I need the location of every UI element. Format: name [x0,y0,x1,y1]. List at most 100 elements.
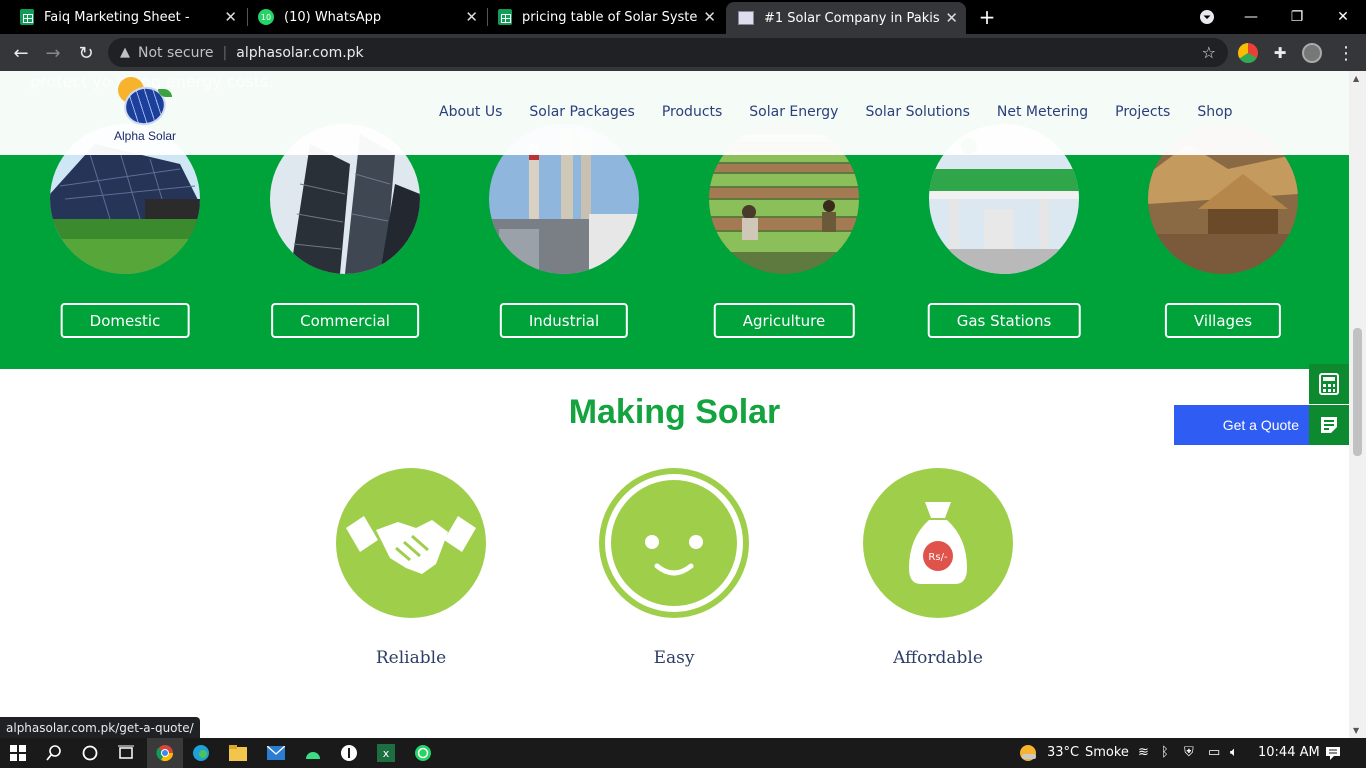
reload-icon[interactable]: ↻ [73,40,99,66]
edge-icon[interactable] [183,738,219,768]
nav-about-us[interactable]: About Us [439,104,502,120]
nav-solar-packages[interactable]: Solar Packages [529,104,634,120]
nav-solar-energy[interactable]: Solar Energy [749,104,838,120]
cortana-icon[interactable] [72,738,108,768]
nav-products[interactable]: Products [662,104,722,120]
close-window-button[interactable]: ✕ [1320,0,1366,34]
alpha-solar-icon [738,11,754,25]
puzzle-extensions-icon[interactable]: ✚ [1270,43,1290,63]
section-title: Making Solar [568,393,781,431]
feature-label: Affordable [893,648,983,668]
close-icon[interactable]: ✕ [703,8,716,26]
address-bar[interactable]: ▲ Not secure | alphasolar.com.pk ☆ [108,38,1228,67]
scroll-up-icon[interactable]: ▲ [1353,74,1359,83]
search-icon[interactable] [36,738,72,768]
tab-separator [487,8,488,26]
bluetooth-icon[interactable]: ᛒ [1161,745,1169,760]
gas-stations-button[interactable]: Gas Stations [927,303,1081,338]
feature-affordable: Rs/- Affordable [863,468,1013,668]
tab-faiq-marketing-sheet[interactable]: Faiq Marketing Sheet - Google Sl ✕ [20,0,245,34]
new-tab-button[interactable]: + [964,0,1010,34]
browser-tab-bar: Faiq Marketing Sheet - Google Sl ✕ 10 (1… [0,0,1366,34]
svg-text:x: x [383,747,390,760]
calculator-button[interactable] [1309,364,1349,404]
whatsapp-desktop-icon[interactable] [405,738,441,768]
notifications-icon[interactable] [1315,738,1351,768]
feature-easy: Easy [599,468,749,668]
close-icon[interactable]: ✕ [945,9,958,27]
tab-separator [247,8,248,26]
get-a-quote-button[interactable]: Get a Quote [1174,405,1309,445]
industrial-button[interactable]: Industrial [499,303,629,338]
scrollbar-thumb[interactable] [1353,328,1362,456]
file-explorer-icon[interactable] [220,738,256,768]
security-shield-icon[interactable]: ⛨ [1184,745,1194,760]
tab-whatsapp[interactable]: 10 (10) WhatsApp ✕ [258,0,486,34]
windows-taskbar: x 33°C Smoke ≋ ᛒ ⛨ ▭ 🔈︎ 10:44 AM [0,738,1366,768]
network-icon[interactable]: ▭ [1208,745,1220,760]
tab-alpha-solar[interactable]: #1 Solar Company in Pakistan | 1 ✕ [726,2,966,34]
close-icon[interactable]: ✕ [224,8,237,26]
nav-shop[interactable]: Shop [1197,104,1232,120]
nav-projects[interactable]: Projects [1115,104,1170,120]
logo-text: Alpha Solar [114,129,177,143]
extension-color-icon[interactable] [1238,43,1258,63]
tab-title: #1 Solar Company in Pakistan | 1 [764,10,939,26]
weather-sun-icon[interactable] [1010,738,1046,768]
feature-label: Easy [653,648,695,668]
alpha-solar-logo[interactable]: Alpha Solar [112,75,192,147]
handshake-icon [336,468,486,618]
page-scrollbar[interactable]: ▲ ▼ [1349,71,1366,738]
minimize-button[interactable]: — [1228,0,1274,34]
feature-label: Reliable [375,648,447,668]
volume-icon[interactable]: 🔈︎ [1230,745,1238,760]
back-arrow-icon[interactable]: ← [8,40,34,66]
main-navigation: About Us Solar Packages Products Solar E… [439,104,1260,120]
villages-button[interactable]: Villages [1164,303,1282,338]
chrome-taskbar-icon[interactable] [147,738,183,768]
tab-pricing-table[interactable]: pricing table of Solar Systems bo ✕ [498,0,724,34]
google-sheets-icon [20,9,34,25]
menu-dots-icon[interactable]: ⋮ [1333,40,1359,66]
site-header: protect yo rising energy costs. Alpha So… [0,71,1349,155]
calculator-icon [1319,373,1339,395]
whatsapp-icon: 10 [258,9,274,25]
quote-form-icon[interactable] [1309,405,1349,445]
windows-start-icon[interactable] [0,738,36,768]
browser-toolbar: ← → ↻ ▲ Not secure | alphasolar.com.pk ☆… [0,34,1366,71]
divider: | [222,44,228,61]
close-icon[interactable]: ✕ [465,8,478,26]
link-hover-status: alphasolar.com.pk/get-a-quote/ [0,717,200,738]
security-label[interactable]: Not secure [138,45,214,61]
tab-title: Faiq Marketing Sheet - Google Sl [44,9,194,25]
commercial-button[interactable]: Commercial [271,303,419,338]
wifi-icon[interactable]: ≋ [1138,745,1149,760]
clock-time[interactable]: 10:44 AM [1258,745,1320,760]
nav-net-metering[interactable]: Net Metering [997,104,1088,120]
tab-title: pricing table of Solar Systems bo [522,9,697,25]
nav-solar-solutions[interactable]: Solar Solutions [865,104,969,120]
url-text[interactable]: alphasolar.com.pk [236,45,363,61]
weather-temperature[interactable]: 33°C [1047,745,1079,760]
excel-icon[interactable]: x [368,738,404,768]
weather-description[interactable]: Smoke [1085,745,1129,760]
rupee-label: Rs/- [928,552,948,563]
warning-triangle-icon[interactable]: ▲ [120,45,130,60]
tab-title: (10) WhatsApp [284,9,382,25]
domestic-button[interactable]: Domestic [60,303,190,338]
smiley-face-icon [599,468,749,618]
feature-reliable: Reliable [336,468,486,668]
mail-icon[interactable] [258,738,294,768]
scroll-down-icon[interactable]: ▼ [1353,726,1359,735]
bookmark-star-icon[interactable]: ☆ [1202,43,1216,62]
forward-arrow-icon[interactable]: → [40,40,66,66]
restore-button[interactable]: ❐ [1274,0,1320,34]
tab-search-icon[interactable] [1184,0,1230,34]
profile-avatar-icon[interactable] [1302,43,1322,63]
android-studio-icon[interactable] [295,738,331,768]
web-page: Domestic Commercial Industrial Agricultu… [0,71,1366,738]
google-sheets-icon [498,9,512,25]
settings-app-icon[interactable] [331,738,367,768]
task-view-icon[interactable] [108,738,144,768]
agriculture-button[interactable]: Agriculture [713,303,855,338]
